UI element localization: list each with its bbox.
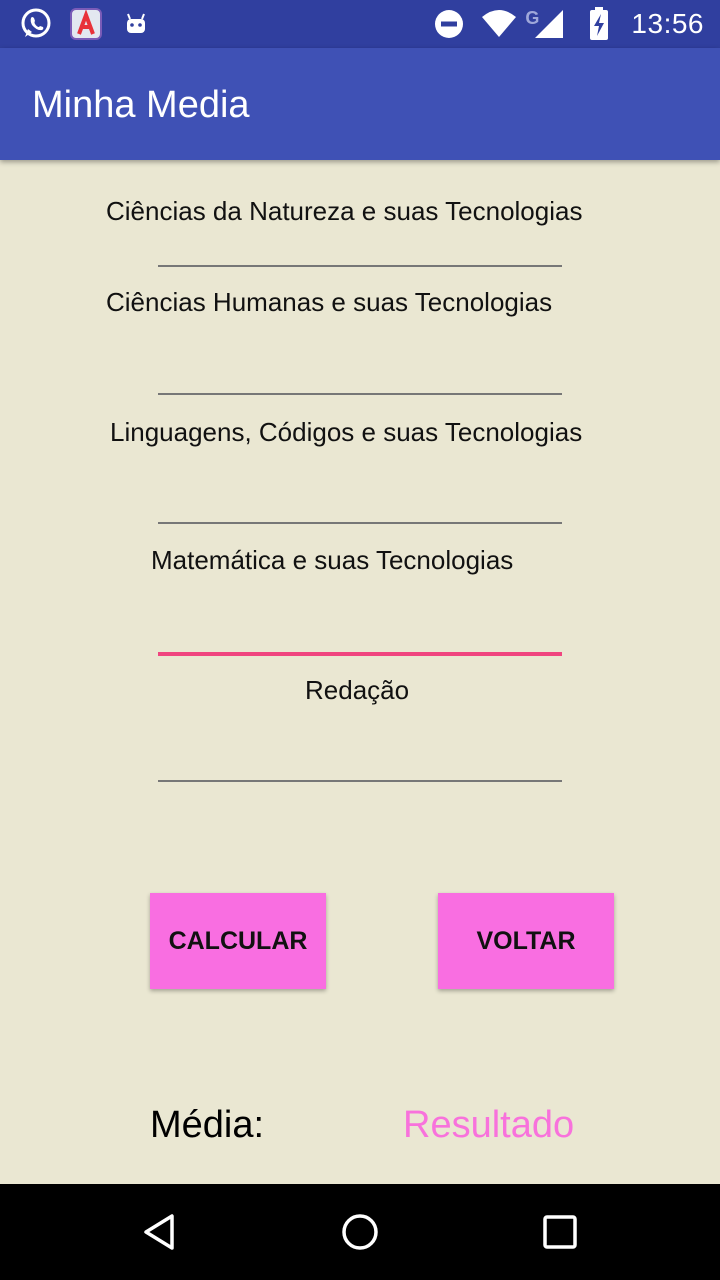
voltar-button[interactable]: VOLTAR [438,893,614,989]
wifi-icon [481,6,517,42]
do-not-disturb-icon [431,6,467,42]
label-matematica: Matemática e suas Tecnologias [151,545,514,575]
navigation-bar [0,1184,720,1280]
signal-icon: G [525,6,567,42]
status-bar: G 13:56 [0,0,720,48]
home-icon[interactable] [332,1204,388,1260]
battery-charging-icon [581,6,617,42]
whatsapp-icon [18,6,54,42]
calcular-button[interactable]: CALCULAR [150,893,326,989]
label-ciencias-humanas: Ciências Humanas e suas Tecnologias [106,287,553,317]
android-icon [118,6,154,42]
recents-icon[interactable] [532,1204,588,1260]
redacao-underline [158,780,562,782]
back-icon[interactable] [132,1204,188,1260]
matematica-underline-focused [158,652,562,656]
media-label: Média: [150,1104,265,1146]
ciencias-humanas-input[interactable] [158,344,566,396]
redacao-input[interactable] [158,730,566,782]
ciencias-natureza-input[interactable] [158,216,566,268]
matematica-input[interactable] [158,602,566,654]
app-store-icon [68,6,104,42]
media-result: Resultado [403,1104,575,1146]
ciencias-humanas-underline [158,393,562,395]
linguagens-underline [158,522,562,524]
network-type-label: G [525,8,540,28]
app-bar: Minha Media [0,48,720,160]
ciencias-natureza-underline [158,265,562,267]
clock: 13:56 [631,8,704,39]
app-title: Minha Media [32,84,250,126]
label-redacao: Redação [305,675,410,705]
linguagens-input[interactable] [158,473,566,525]
label-linguagens: Linguagens, Códigos e suas Tecnologias [110,417,583,447]
